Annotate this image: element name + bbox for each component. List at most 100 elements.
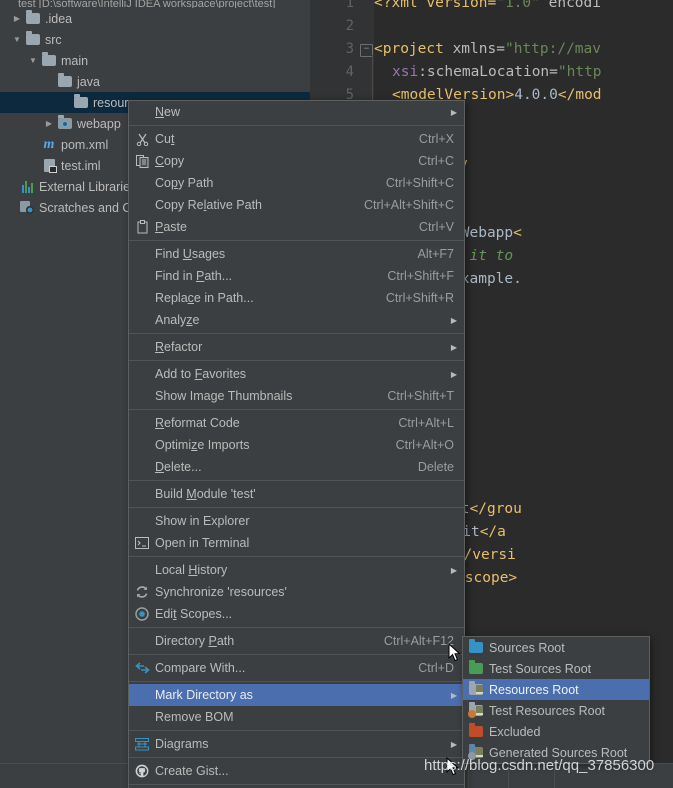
menu-item-label: Optimize Imports [155,438,250,452]
menu-item-shortcut: Ctrl+Shift+T [387,389,454,403]
menu-separator [129,480,464,481]
context-menu[interactable]: New ▶ Cut Ctrl+X Copy Ctrl+C Copy Path Ctrl+Shi… [128,100,465,788]
copy-icon [129,154,155,168]
menu-item-shortcut: Ctrl+C [418,154,454,168]
submenu-item-label: Sources Root [489,640,565,655]
menu-separator [129,730,464,731]
menu-item-add-to-favorites[interactable]: Add to Favorites ▶ [129,363,464,385]
menu-item-refactor[interactable]: Refactor ▶ [129,336,464,358]
menu-item-show-image-thumbnails[interactable]: Show Image Thumbnails Ctrl+Shift+T [129,385,464,407]
tree-item-label: pom.xml [61,137,109,152]
line-number: 2 [345,18,354,34]
chevron-down-icon[interactable]: ▼ [10,29,24,50]
folder-icon [72,94,90,108]
menu-item-label: New [155,105,181,119]
menu-item-cut[interactable]: Cut Ctrl+X [129,128,464,150]
menu-item-local-history[interactable]: Local History ▶ [129,559,464,581]
menu-item-edit-scopes[interactable]: Edit Scopes... [129,603,464,625]
menu-item-label: Edit Scopes... [155,607,233,621]
chevron-right-icon: ▶ [450,342,457,352]
menu-item-copy-relative-path[interactable]: Copy Relative Path Ctrl+Alt+Shift+C [129,194,464,216]
diagram-icon [129,737,155,751]
menu-item-build-module-test[interactable]: Build Module 'test' [129,483,464,505]
menu-item-shortcut: Ctrl+Alt+L [398,416,454,430]
menu-item-label: Diagrams [155,737,209,751]
maven-file-icon: m [43,136,55,152]
menu-item-open-in-terminal[interactable]: Open in Terminal [129,532,464,554]
menu-separator [129,409,464,410]
menu-item-show-in-explorer[interactable]: Show in Explorer [129,510,464,532]
menu-item-diagrams[interactable]: Diagrams ▶ [129,733,464,755]
menu-separator [129,240,464,241]
menu-item-label: Reformat Code [155,416,240,430]
menu-item-label: Copy [155,154,185,168]
menu-item-replace-in-path[interactable]: Replace in Path... Ctrl+Shift+R [129,287,464,309]
menu-item-find-in-path[interactable]: Find in Path... Ctrl+Shift+F [129,265,464,287]
submenu-item-test-sources-root[interactable]: Test Sources Root [463,658,649,679]
window-title: test [D:\software\IntelliJ IDEA workspac… [0,0,310,8]
code-line: xsi:schemaLocation="http [392,64,602,80]
menu-item-paste[interactable]: Paste Ctrl+V [129,216,464,238]
chevron-right-icon[interactable]: ▶ [10,8,24,29]
ide-window: test [D:\software\IntelliJ IDEA workspac… [0,0,673,788]
libraries-icon [18,180,36,193]
menu-item-synchronize-resources[interactable]: Synchronize 'resources' [129,581,464,603]
menu-item-shortcut: Ctrl+D [418,661,454,675]
folder-icon [24,10,42,24]
tree-item-main[interactable]: ▼ main [0,50,310,71]
submenu-item-resources-root[interactable]: Resources Root [463,679,649,700]
chevron-down-icon[interactable]: ▼ [26,50,40,71]
test-resources-root-icon [463,702,489,718]
chevron-right-icon: ▶ [450,107,457,117]
submenu-item-test-resources-root[interactable]: Test Resources Root [463,700,649,721]
submenu-item-excluded[interactable]: Excluded [463,721,649,742]
menu-item-mark-directory-as[interactable]: Mark Directory as ▶ [129,684,464,706]
line-number: 1 [345,0,354,11]
menu-item-label: Refactor [155,340,203,354]
menu-item-directory-path[interactable]: Directory Path Ctrl+Alt+F12 [129,630,464,652]
chevron-right-icon: ▶ [450,369,457,379]
menu-item-label: Cut [155,132,175,146]
submenu-item-label: Resources Root [489,682,579,697]
menu-item-new[interactable]: New ▶ [129,101,464,123]
tree-item-idea[interactable]: ▶ .idea [0,8,310,29]
menu-item-label: Find Usages [155,247,226,261]
menu-item-reformat-code[interactable]: Reformat Code Ctrl+Alt+L [129,412,464,434]
menu-item-find-usages[interactable]: Find Usages Alt+F7 [129,243,464,265]
menu-item-compare-with[interactable]: Compare With... Ctrl+D [129,657,464,679]
menu-separator [129,627,464,628]
menu-item-optimize-imports[interactable]: Optimize Imports Ctrl+Alt+O [129,434,464,456]
menu-item-analyze[interactable]: Analyze ▶ [129,309,464,331]
submenu-item-sources-root[interactable]: Sources Root [463,637,649,658]
menu-item-label: Add to Favorites [155,367,247,381]
menu-item-copy[interactable]: Copy Ctrl+C [129,150,464,172]
submenu-item-label: Excluded [489,724,541,739]
code-line: <project xmlns="http://mav [374,41,601,57]
menu-item-remove-bom[interactable]: Remove BOM [129,706,464,728]
web-folder-icon [56,115,74,129]
menu-separator [129,556,464,557]
menu-item-shortcut: Ctrl+Shift+R [385,291,454,305]
tree-item-java[interactable]: java [0,71,310,92]
line-number: 4 [345,64,354,80]
menu-item-shortcut: Ctrl+Alt+O [395,438,454,452]
menu-separator [129,125,464,126]
menu-item-label: Remove BOM [155,710,234,724]
menu-item-label: Copy Relative Path [155,198,263,212]
menu-item-delete[interactable]: Delete... Delete [129,456,464,478]
compare-icon [129,662,155,674]
menu-item-shortcut: Alt+F7 [417,247,454,261]
menu-item-create-gist[interactable]: Create Gist... [129,760,464,782]
menu-item-copy-path[interactable]: Copy Path Ctrl+Shift+C [129,172,464,194]
tree-item-src[interactable]: ▼ src [0,29,310,50]
chevron-right-icon: ▶ [450,315,457,325]
menu-item-label: Show Image Thumbnails [155,389,293,403]
chevron-right-icon[interactable]: ▶ [42,113,56,134]
excluded-icon [463,723,489,737]
sources-root-icon [463,639,489,653]
menu-separator [129,507,464,508]
menu-separator [129,757,464,758]
menu-item-shortcut: Ctrl+X [418,132,454,146]
mark-directory-as-submenu[interactable]: Sources Root Test Sources Root Resources R… [462,636,650,764]
menu-item-label: Copy Path [155,176,214,190]
